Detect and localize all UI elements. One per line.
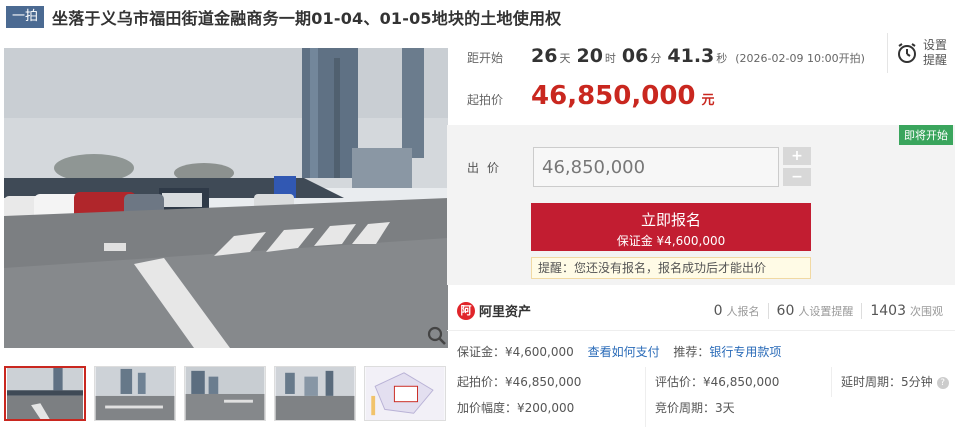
countdown-hours-unit: 时 — [604, 52, 616, 65]
thumbnail-strip — [4, 366, 454, 421]
title-row: 一拍 坐落于义乌市福田街道金融商务一期01-04、01-05地块的土地使用权 — [6, 5, 561, 29]
stat-views: 1403 次围观 — [861, 302, 951, 319]
ali-assets-logo-icon: 阿 — [457, 301, 475, 320]
reminder-label-line2: 提醒 — [923, 53, 948, 67]
delay-period-detail: 延时周期：5分钟? — [841, 373, 949, 390]
thumbnail-street-view-3[interactable] — [184, 366, 266, 421]
starting-price-value: 46,850,000 — [531, 81, 696, 111]
countdown-row: 距开始 26 天 20 时 06 分 41.3 秒 (2026-02-09 10… — [467, 45, 865, 67]
bid-label: 出价 — [467, 161, 508, 175]
start-price-detail-label: 起拍价： — [457, 375, 506, 389]
start-price-detail-value: ¥46,850,000 — [505, 375, 582, 389]
alarm-clock-icon — [898, 43, 916, 63]
stat-views-count: 1403 — [870, 302, 906, 319]
zoom-icon[interactable] — [427, 326, 447, 346]
increment-detail: 加价幅度：¥200,000 — [457, 399, 574, 416]
countdown-days: 26 — [531, 45, 558, 67]
recommend-label: 推荐： — [673, 345, 710, 359]
bid-cycle-detail: 竞价周期：3天 — [655, 399, 735, 416]
reminder-label-line1: 设置 — [923, 38, 948, 52]
register-button-deposit: 保证金 ¥4,600,000 — [616, 234, 726, 248]
delay-period-value: 5分钟 — [901, 375, 933, 389]
thumbnail-street-view-1[interactable] — [4, 366, 86, 421]
register-button-label: 立即报名 — [640, 211, 701, 229]
stat-reminders-label: 人设置提醒 — [798, 304, 854, 318]
status-badge: 即将开始 — [899, 125, 953, 145]
bid-cycle-value: 3天 — [715, 401, 735, 415]
auction-start-time: (2026-02-09 10:00开拍) — [735, 52, 865, 65]
platform-name: 阿里资产 — [479, 305, 532, 320]
countdown-seconds: 41.3 — [667, 45, 715, 67]
starting-price-unit: 元 — [701, 93, 715, 108]
stat-reminders: 60 人设置提醒 — [767, 302, 862, 319]
countdown-label: 距开始 — [467, 51, 504, 65]
decrease-bid-button[interactable]: − — [783, 168, 811, 186]
increment-value: ¥200,000 — [517, 401, 575, 415]
bid-stepper: + − — [783, 147, 811, 189]
deposit-row: 保证金：¥4,600,000 查看如何支付 推荐：银行专用款项 — [457, 343, 781, 360]
bank-fund-link[interactable]: 银行专用款项 — [709, 345, 781, 359]
start-price-detail: 起拍价：¥46,850,000 — [457, 373, 581, 390]
registration-hint: 提醒：您还没有报名，报名成功后才能出价 — [531, 257, 811, 279]
page-title: 坐落于义乌市福田街道金融商务一期01-04、01-05地块的土地使用权 — [52, 9, 562, 28]
stat-registered-count: 0 — [713, 302, 723, 319]
register-now-button[interactable]: 立即报名 保证金 ¥4,600,000 — [531, 203, 811, 251]
help-icon[interactable]: ? — [936, 376, 949, 389]
main-photo-image — [4, 48, 448, 348]
countdown-minutes: 06 — [621, 45, 649, 67]
set-reminder-button[interactable]: 设置 提醒 — [887, 33, 953, 73]
eval-price-detail: 评估价：¥46,850,000 — [655, 373, 779, 390]
main-photo[interactable] — [4, 48, 448, 348]
column-divider — [645, 367, 646, 427]
deposit-value: ¥4,600,000 — [505, 345, 574, 359]
platform-logo[interactable]: 阿 阿里资产 — [457, 301, 531, 320]
increment-label: 加价幅度： — [457, 401, 518, 415]
thumbnail-street-view-4[interactable] — [274, 366, 356, 421]
deposit-label: 保证金： — [457, 345, 506, 359]
bid-cycle-label: 竞价周期： — [655, 401, 716, 415]
auction-round-badge: 一拍 — [6, 6, 45, 28]
countdown-hours: 20 — [576, 45, 603, 67]
stats-group: 0 人报名 60 人设置提醒 1403 次围观 — [706, 302, 951, 319]
delay-period-label: 延时周期： — [841, 375, 902, 389]
countdown-seconds-unit: 秒 — [716, 52, 728, 65]
eval-price-value: ¥46,850,000 — [703, 375, 780, 389]
bid-amount-input[interactable] — [533, 147, 779, 187]
stat-registered-label: 人报名 — [726, 304, 760, 318]
column-divider — [831, 367, 832, 397]
starting-price-label: 起拍价 — [467, 93, 504, 107]
thumbnail-street-view-2[interactable] — [94, 366, 176, 421]
thumbnail-site-plan-map[interactable] — [364, 366, 446, 421]
stat-reminders-count: 60 — [776, 302, 795, 319]
platform-stats-bar: 阿 阿里资产 0 人报名 60 人设置提醒 1403 次围观 — [447, 291, 955, 331]
stat-registered: 0 人报名 — [706, 303, 768, 319]
stat-views-label: 次围观 — [910, 304, 943, 318]
bid-panel: 即将开始 出价 + − 立即报名 保证金 ¥4,600,000 提醒：您还没有报… — [447, 125, 955, 285]
countdown-days-unit: 天 — [559, 52, 571, 65]
countdown-minutes-unit: 分 — [650, 52, 662, 65]
how-to-pay-link[interactable]: 查看如何支付 — [588, 345, 660, 359]
starting-price-row: 起拍价 46,850,000 元 — [467, 81, 715, 111]
increase-bid-button[interactable]: + — [783, 147, 811, 165]
eval-price-label: 评估价： — [655, 375, 704, 389]
